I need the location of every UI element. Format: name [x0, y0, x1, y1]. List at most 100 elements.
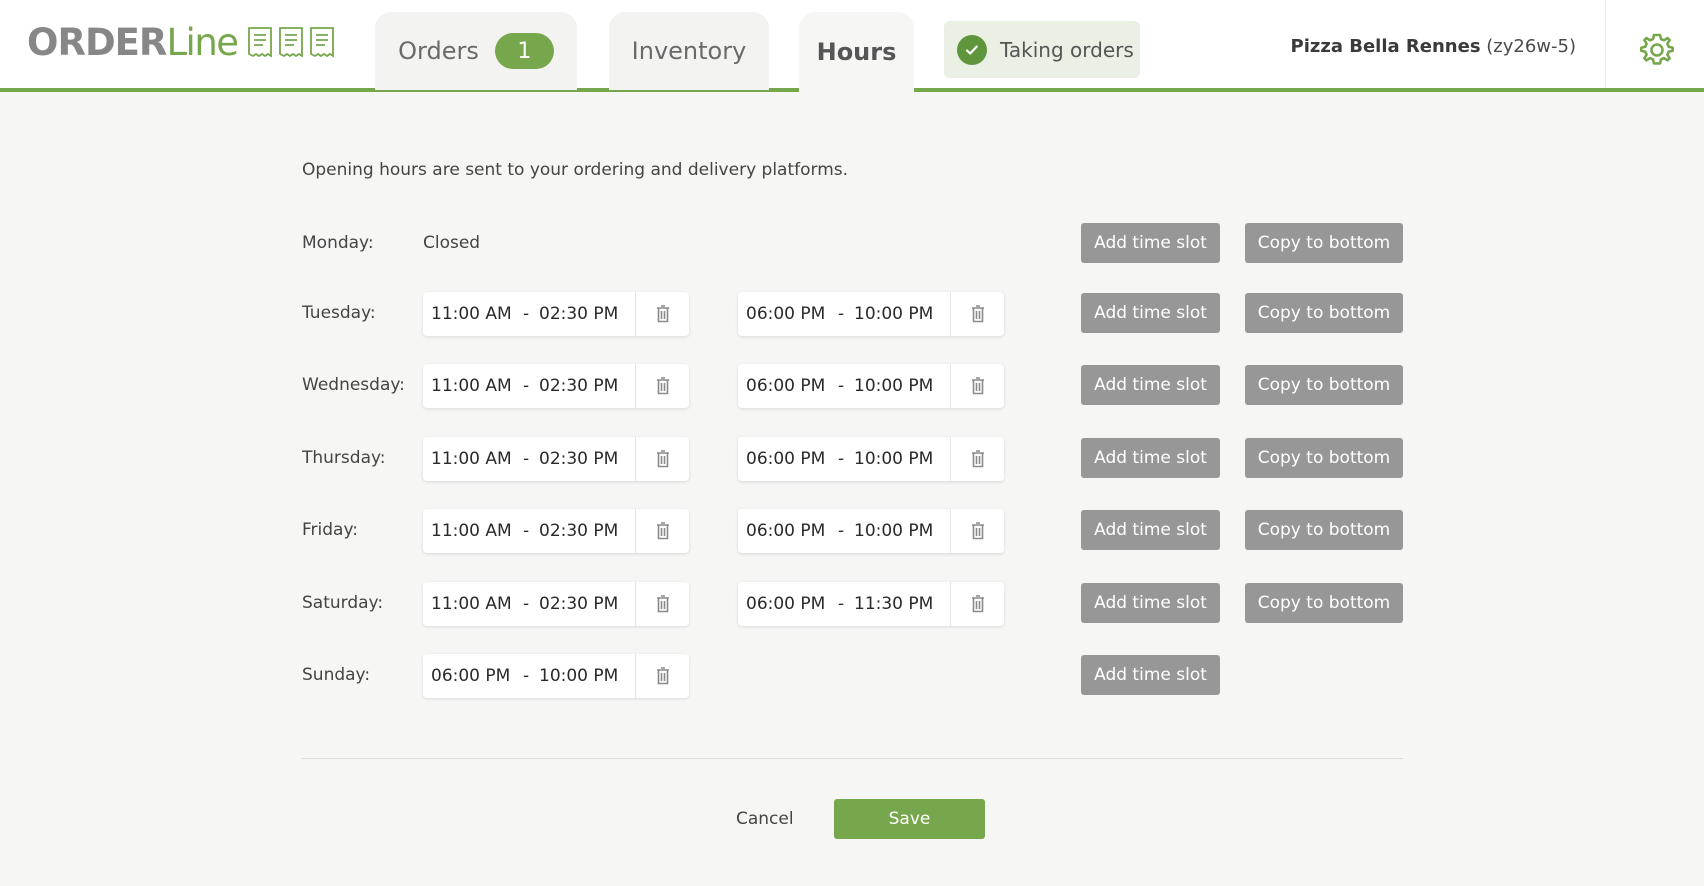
time-separator: -	[838, 304, 845, 324]
tab-inventory-label: Inventory	[631, 37, 747, 65]
tab-hours[interactable]: Hours	[799, 12, 914, 92]
check-icon	[957, 34, 987, 65]
time-from-input[interactable]: 11:00 AM	[431, 449, 521, 469]
time-to-input[interactable]: 10:00 PM	[539, 666, 635, 686]
time-slot: 11:00 AM -02:30 PM	[423, 437, 689, 481]
time-to-input[interactable]: 11:30 PM	[854, 594, 950, 614]
add-time-slot-button[interactable]: Add time slot	[1081, 438, 1220, 478]
restaurant-code: (zy26w-5)	[1486, 36, 1576, 57]
orderline-logo: ORDER Line	[27, 20, 338, 64]
copy-to-bottom-button[interactable]: Copy to bottom	[1245, 293, 1403, 333]
trash-icon	[656, 450, 669, 468]
time-slot: 11:00 AM -02:30 PM	[423, 292, 689, 336]
delete-slot-button[interactable]	[636, 364, 689, 408]
delete-slot-button[interactable]	[951, 582, 1004, 626]
trash-icon	[656, 522, 669, 540]
orders-count-badge: 1	[494, 33, 554, 69]
cancel-button[interactable]: Cancel	[736, 809, 794, 829]
time-from-input[interactable]: 06:00 PM	[746, 521, 836, 541]
time-separator: -	[523, 304, 530, 324]
tab-inventory[interactable]: Inventory	[609, 12, 769, 90]
time-separator: -	[523, 666, 530, 686]
time-to-input[interactable]: 02:30 PM	[539, 594, 635, 614]
copy-to-bottom-button[interactable]: Copy to bottom	[1245, 510, 1403, 550]
day-label-saturday: Saturday:	[302, 593, 384, 613]
gear-icon[interactable]	[1640, 33, 1674, 67]
add-time-slot-button[interactable]: Add time slot	[1081, 510, 1220, 550]
delete-slot-button[interactable]	[636, 292, 689, 336]
logo-text-light: Line	[166, 20, 239, 64]
save-button[interactable]: Save	[834, 799, 985, 839]
copy-to-bottom-button[interactable]: Copy to bottom	[1245, 365, 1403, 405]
add-time-slot-button[interactable]: Add time slot	[1081, 293, 1220, 333]
time-to-input[interactable]: 10:00 PM	[854, 521, 950, 541]
time-from-input[interactable]: 06:00 PM	[746, 594, 836, 614]
time-separator: -	[523, 594, 530, 614]
time-slot: 06:00 PM -10:00 PM	[738, 292, 1004, 336]
delete-slot-button[interactable]	[636, 582, 689, 626]
time-slot: 11:00 AM -02:30 PM	[423, 509, 689, 553]
time-from-input[interactable]: 06:00 PM	[746, 304, 836, 324]
closed-label: Closed	[423, 233, 481, 253]
time-from-input[interactable]: 06:00 PM	[431, 666, 521, 686]
day-label-wednesday: Wednesday:	[302, 375, 405, 395]
delete-slot-button[interactable]	[951, 292, 1004, 336]
header-divider	[1605, 0, 1606, 88]
delete-slot-button[interactable]	[951, 437, 1004, 481]
day-label-friday: Friday:	[302, 520, 359, 540]
add-time-slot-button[interactable]: Add time slot	[1081, 223, 1220, 263]
delete-slot-button[interactable]	[951, 364, 1004, 408]
day-label-sunday: Sunday:	[302, 665, 371, 685]
tab-hours-label: Hours	[816, 38, 897, 66]
time-separator: -	[838, 449, 845, 469]
time-from-input[interactable]: 11:00 AM	[431, 376, 521, 396]
time-separator: -	[523, 449, 530, 469]
time-slot: 11:00 AM -02:30 PM	[423, 364, 689, 408]
time-from-input[interactable]: 06:00 PM	[746, 376, 836, 396]
time-slot: 06:00 PM -11:30 PM	[738, 582, 1004, 626]
time-slot: 06:00 PM -10:00 PM	[738, 509, 1004, 553]
copy-to-bottom-button[interactable]: Copy to bottom	[1245, 223, 1403, 263]
time-separator: -	[838, 594, 845, 614]
time-slot: 06:00 PM -10:00 PM	[423, 654, 689, 698]
time-to-input[interactable]: 02:30 PM	[539, 521, 635, 541]
add-time-slot-button[interactable]: Add time slot	[1081, 365, 1220, 405]
copy-to-bottom-button[interactable]: Copy to bottom	[1245, 438, 1403, 478]
trash-icon	[971, 522, 984, 540]
time-to-input[interactable]: 10:00 PM	[854, 304, 950, 324]
trash-icon	[971, 595, 984, 613]
trash-icon	[656, 305, 669, 323]
time-to-input[interactable]: 10:00 PM	[854, 376, 950, 396]
add-time-slot-button[interactable]: Add time slot	[1081, 583, 1220, 623]
delete-slot-button[interactable]	[636, 509, 689, 553]
time-slot: 11:00 AM -02:30 PM	[423, 582, 689, 626]
time-from-input[interactable]: 11:00 AM	[431, 521, 521, 541]
delete-slot-button[interactable]	[636, 654, 689, 698]
day-label-tuesday: Tuesday:	[302, 303, 376, 323]
trash-icon	[656, 595, 669, 613]
day-label-monday: Monday:	[302, 233, 374, 253]
time-from-input[interactable]: 06:00 PM	[746, 449, 836, 469]
delete-slot-button[interactable]	[951, 509, 1004, 553]
day-label-thursday: Thursday:	[302, 448, 386, 468]
tab-orders-label: Orders	[398, 37, 479, 65]
hours-intro-text: Opening hours are sent to your ordering …	[302, 160, 849, 180]
trash-icon	[971, 377, 984, 395]
time-to-input[interactable]: 10:00 PM	[854, 449, 950, 469]
time-to-input[interactable]: 02:30 PM	[539, 449, 635, 469]
trash-icon	[656, 377, 669, 395]
add-time-slot-button[interactable]: Add time slot	[1081, 655, 1220, 695]
trash-icon	[656, 667, 669, 685]
copy-to-bottom-button[interactable]: Copy to bottom	[1245, 583, 1403, 623]
time-to-input[interactable]: 02:30 PM	[539, 304, 635, 324]
time-to-input[interactable]: 02:30 PM	[539, 376, 635, 396]
restaurant-name: Pizza Bella Rennes	[1290, 36, 1481, 57]
delete-slot-button[interactable]	[636, 437, 689, 481]
time-separator: -	[523, 521, 530, 541]
tab-orders[interactable]: Orders 1	[375, 12, 577, 90]
trash-icon	[971, 305, 984, 323]
trash-icon	[971, 450, 984, 468]
time-from-input[interactable]: 11:00 AM	[431, 594, 521, 614]
taking-orders-toggle[interactable]: Taking orders	[944, 21, 1140, 78]
time-from-input[interactable]: 11:00 AM	[431, 304, 521, 324]
